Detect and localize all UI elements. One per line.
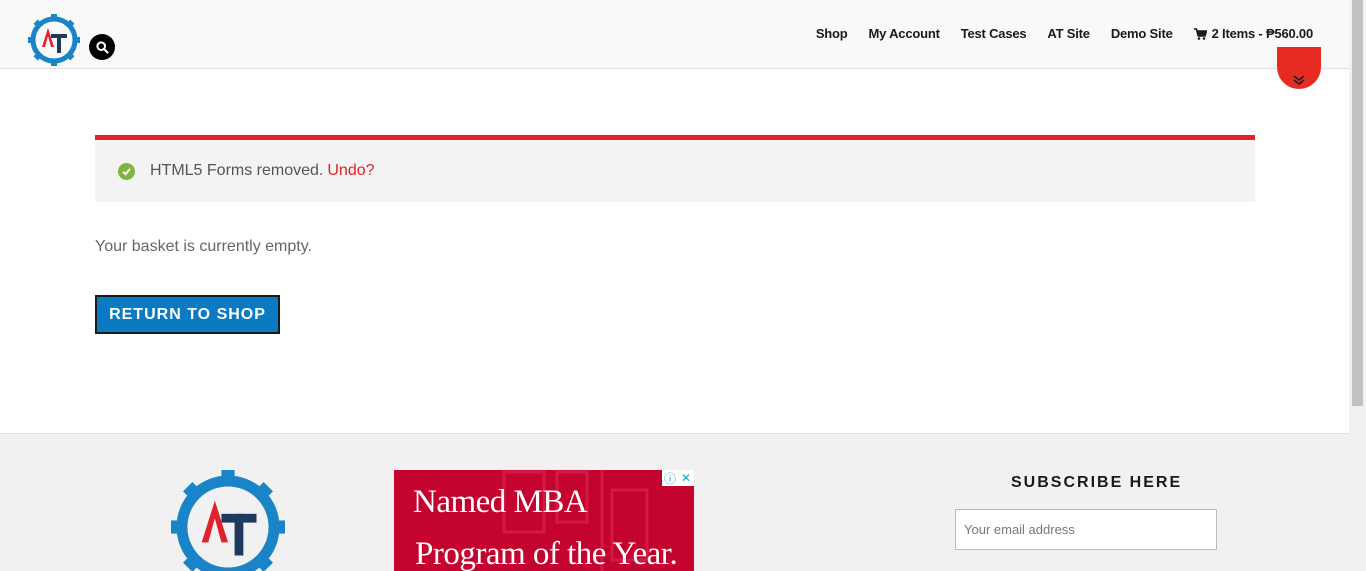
scrollbar-thumb[interactable] — [1352, 0, 1363, 406]
main-nav: Shop My Account Test Cases AT Site Demo … — [816, 26, 1313, 41]
scrollbar[interactable] — [1349, 0, 1366, 571]
ad-info-icon[interactable]: ⓘ — [662, 470, 678, 486]
ad-headline-line2: Program of the Year. — [415, 536, 678, 571]
subscribe-heading: SUBSCRIBE HERE — [1011, 474, 1183, 491]
site-logo[interactable] — [28, 14, 80, 66]
scroll-down-button[interactable] — [1277, 47, 1321, 89]
search-icon — [95, 40, 109, 54]
nav-shop[interactable]: Shop — [816, 26, 848, 41]
site-header: Shop My Account Test Cases AT Site Demo … — [0, 0, 1349, 69]
cart-summary: 2 Items - ₱560.00 — [1211, 26, 1314, 41]
check-circle-icon — [118, 162, 135, 180]
advertisement[interactable]: Named MBA Program of the Year. ⓘ ✕ — [394, 470, 694, 571]
empty-cart-message: Your basket is currently empty. — [95, 238, 312, 255]
email-field[interactable] — [955, 509, 1217, 550]
ad-controls: ⓘ ✕ — [662, 470, 694, 486]
page: Shop My Account Test Cases AT Site Demo … — [0, 0, 1366, 571]
cart-icon — [1193, 27, 1207, 40]
cart-notice: HTML5 Forms removed. Undo? — [95, 135, 1255, 202]
undo-link[interactable]: Undo? — [327, 162, 374, 180]
ad-close-icon[interactable]: ✕ — [678, 470, 694, 486]
footer-logo — [171, 470, 285, 571]
nav-at-site[interactable]: AT Site — [1047, 26, 1090, 41]
nav-test-cases[interactable]: Test Cases — [961, 26, 1027, 41]
search-button[interactable] — [89, 34, 115, 60]
nav-demo-site[interactable]: Demo Site — [1111, 26, 1173, 41]
ad-headline-line1: Named MBA — [413, 484, 588, 520]
double-chevron-down-icon — [1293, 75, 1305, 85]
nav-my-account[interactable]: My Account — [869, 26, 940, 41]
site-footer: Named MBA Program of the Year. ⓘ ✕ SUBSC… — [0, 433, 1349, 571]
nav-cart[interactable]: 2 Items - ₱560.00 — [1193, 26, 1314, 41]
return-to-shop-button[interactable]: RETURN TO SHOP — [95, 295, 280, 334]
notice-message: HTML5 Forms removed. — [150, 162, 324, 179]
